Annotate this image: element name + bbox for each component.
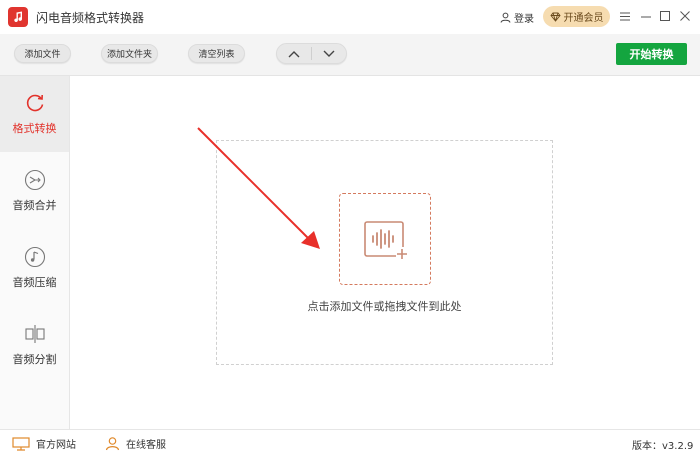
- vip-label: 开通会员: [563, 13, 604, 24]
- add-file-area[interactable]: [339, 193, 431, 285]
- login-button[interactable]: 登录: [500, 10, 534, 25]
- login-label: 登录: [514, 14, 534, 25]
- clear-list-button[interactable]: 清空列表: [188, 44, 245, 63]
- sidebar-item-audio-compress[interactable]: 音频压缩: [0, 230, 69, 306]
- title-bar: 闪电音频格式转换器 登录 开通会员: [0, 0, 700, 34]
- app-title: 闪电音频格式转换器: [36, 11, 145, 25]
- online-support-label: 在线客服: [126, 440, 166, 451]
- sidebar-item-label: 格式转换: [12, 122, 57, 135]
- chevron-up-icon: [288, 50, 300, 57]
- monitor-icon: [12, 436, 30, 451]
- version-label: 版本：v3.2.9: [632, 441, 694, 452]
- music-note-icon: [8, 7, 28, 27]
- add-file-button[interactable]: 添加文件: [14, 44, 71, 63]
- drop-hint-text: 点击添加文件或拖拽文件到此处: [307, 300, 462, 313]
- diamond-icon: [549, 12, 561, 22]
- move-down-button[interactable]: [312, 44, 346, 63]
- close-icon[interactable]: [677, 7, 693, 25]
- refresh-icon: [26, 94, 43, 112]
- minimize-icon[interactable]: [638, 7, 654, 25]
- merge-icon: [24, 169, 45, 191]
- support-agent-icon: [105, 437, 120, 451]
- start-convert-button[interactable]: 开始转换: [616, 43, 687, 65]
- sidebar-item-label: 音频合并: [12, 199, 57, 212]
- online-support-link[interactable]: 在线客服: [105, 436, 166, 451]
- chevron-down-icon: [323, 50, 335, 57]
- sidebar-item-audio-merge[interactable]: 音频合并: [0, 153, 69, 229]
- vip-button[interactable]: 开通会员: [543, 6, 610, 27]
- music-compress-icon: [24, 246, 45, 268]
- sidebar-item-audio-split[interactable]: 音频分割: [0, 307, 69, 383]
- official-website-link[interactable]: 官方网站: [12, 436, 76, 451]
- maximize-icon[interactable]: [657, 7, 673, 25]
- reorder-group: [276, 43, 347, 64]
- sidebar-item-label: 音频分割: [12, 353, 57, 366]
- hamburger-icon[interactable]: [617, 7, 633, 25]
- status-bar: 官方网站 在线客服 版本：v3.2.9: [0, 429, 700, 455]
- user-icon: [500, 12, 511, 23]
- toolbar: 添加文件 添加文件夹 清空列表 开始转换: [0, 34, 700, 76]
- sidebar-item-format-convert[interactable]: 格式转换: [0, 76, 69, 152]
- split-icon: [24, 325, 45, 343]
- official-website-label: 官方网站: [36, 440, 76, 451]
- sidebar-item-label: 音频压缩: [12, 276, 57, 289]
- add-folder-button[interactable]: 添加文件夹: [101, 44, 158, 63]
- add-audio-icon: [364, 221, 407, 259]
- move-up-button[interactable]: [277, 44, 311, 63]
- sidebar: 格式转换 音频合并 音频压缩 音频分割: [0, 76, 70, 429]
